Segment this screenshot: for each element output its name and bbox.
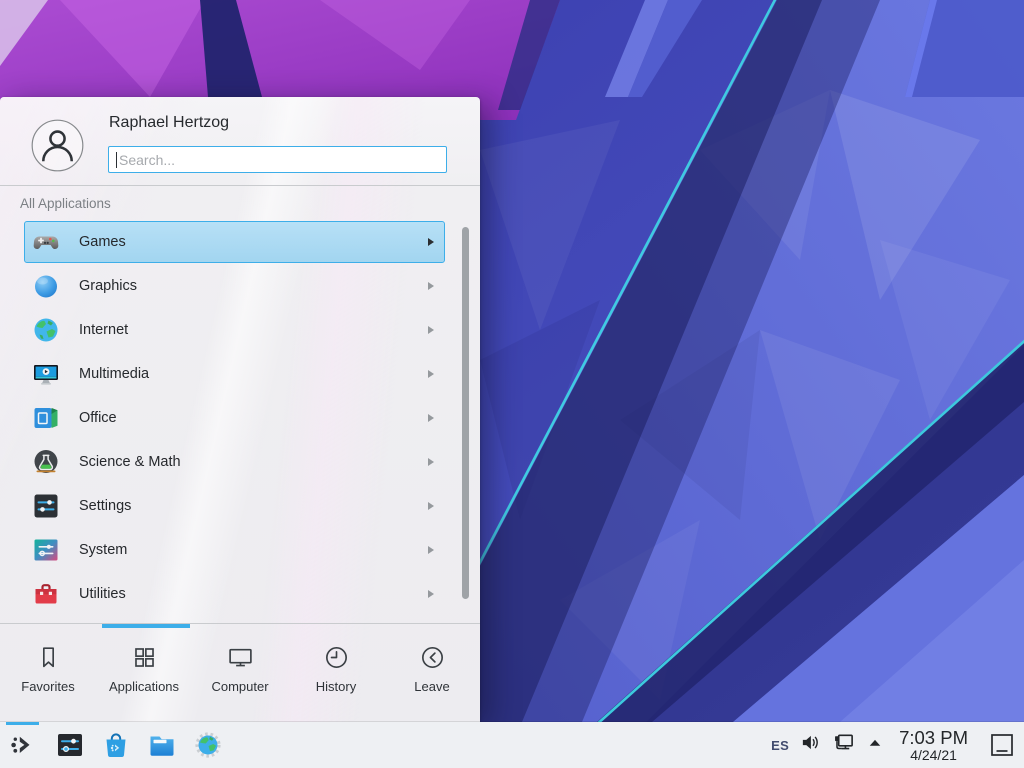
- submenu-arrow-icon: [428, 458, 434, 466]
- document-icon: [33, 405, 59, 431]
- desktop: Raphael Hertzog All Applications: [0, 0, 1024, 768]
- user-name: Raphael Hertzog: [109, 114, 229, 132]
- tab-label: Leave: [414, 679, 449, 694]
- flask-icon: [33, 449, 59, 475]
- discover-icon[interactable]: [102, 731, 130, 759]
- keyboard-layout-indicator[interactable]: ES: [771, 738, 789, 753]
- category-graphics[interactable]: Graphics: [24, 265, 445, 307]
- tab-leave[interactable]: Leave: [384, 628, 480, 722]
- list-scrollbar[interactable]: [462, 227, 469, 599]
- tab-label: Computer: [211, 679, 268, 694]
- category-label: Internet: [79, 322, 128, 338]
- text-cursor: [116, 152, 117, 168]
- tab-computer[interactable]: Computer: [192, 628, 288, 722]
- media-screen-icon: [33, 361, 59, 387]
- sliders-icon: [33, 493, 59, 519]
- web-browser-icon[interactable]: [194, 731, 222, 759]
- category-internet[interactable]: Internet: [24, 309, 445, 351]
- category-label: Games: [79, 234, 126, 250]
- submenu-arrow-icon: [428, 546, 434, 554]
- leave-circle-icon: [419, 644, 446, 671]
- category-games[interactable]: Games: [24, 221, 445, 263]
- submenu-arrow-icon: [428, 370, 434, 378]
- gamepad-icon: [33, 229, 59, 255]
- wired-network-icon[interactable]: [832, 731, 855, 759]
- globe-icon: [33, 317, 59, 343]
- category-multimedia[interactable]: Multimedia: [24, 353, 445, 395]
- category-label: Science & Math: [79, 454, 181, 470]
- submenu-arrow-icon: [428, 282, 434, 290]
- tab-label: History: [316, 679, 356, 694]
- kickoff-launcher-icon: [9, 731, 37, 759]
- grid-icon: [131, 644, 158, 671]
- taskbar-app-icons: [56, 731, 222, 759]
- header-separator: [0, 185, 480, 186]
- clock-time: 7:03 PM: [899, 728, 968, 747]
- show-desktop-button[interactable]: [989, 732, 1015, 758]
- file-manager-icon[interactable]: [148, 731, 176, 759]
- submenu-arrow-icon: [428, 502, 434, 510]
- tab-history[interactable]: History: [288, 628, 384, 722]
- category-label: System: [79, 542, 127, 558]
- tab-applications[interactable]: Applications: [96, 628, 192, 722]
- volume-icon[interactable]: [800, 732, 821, 758]
- system-tray: ES 7:03 PM: [771, 728, 1024, 763]
- submenu-arrow-icon: [428, 590, 434, 598]
- category-label: Utilities: [79, 586, 126, 602]
- system-settings-icon[interactable]: [56, 731, 84, 759]
- application-launcher-menu: Raphael Hertzog All Applications: [0, 97, 480, 722]
- section-label: All Applications: [20, 196, 111, 211]
- search-field: [108, 146, 447, 173]
- tab-label: Favorites: [21, 679, 74, 694]
- launcher-tabbar: Favorites Applications C: [0, 628, 480, 722]
- category-label: Multimedia: [79, 366, 149, 382]
- app-launcher-button[interactable]: [3, 722, 43, 768]
- tab-favorites[interactable]: Favorites: [0, 628, 96, 722]
- digital-clock[interactable]: 7:03 PM 4/24/21: [899, 728, 968, 763]
- clock-date: 4/24/21: [899, 747, 968, 763]
- category-science-math[interactable]: Science & Math: [24, 441, 445, 483]
- category-office[interactable]: Office: [24, 397, 445, 439]
- search-input[interactable]: [109, 147, 446, 172]
- submenu-arrow-icon: [428, 238, 434, 246]
- category-label: Settings: [79, 498, 131, 514]
- category-list: Games Graphics: [0, 221, 480, 623]
- category-label: Graphics: [79, 278, 137, 294]
- tabbar-separator: [0, 623, 480, 624]
- taskbar-panel: ES 7:03 PM: [0, 722, 1024, 768]
- category-utilities[interactable]: Utilities: [24, 573, 445, 615]
- active-tab-indicator: [102, 624, 190, 628]
- submenu-arrow-icon: [428, 326, 434, 334]
- tab-label: Applications: [109, 679, 179, 694]
- bookmark-icon: [35, 644, 62, 671]
- active-launcher-indicator: [6, 722, 39, 725]
- category-settings[interactable]: Settings: [24, 485, 445, 527]
- toolbox-icon: [33, 581, 59, 607]
- sphere-icon: [33, 273, 59, 299]
- system-gradient-icon: [33, 537, 59, 563]
- submenu-arrow-icon: [428, 414, 434, 422]
- clock-icon: [323, 644, 350, 671]
- category-system[interactable]: System: [24, 529, 445, 571]
- expand-tray-icon[interactable]: [866, 734, 884, 757]
- monitor-icon: [227, 644, 254, 671]
- user-avatar-icon: [31, 119, 84, 172]
- category-label: Office: [79, 410, 117, 426]
